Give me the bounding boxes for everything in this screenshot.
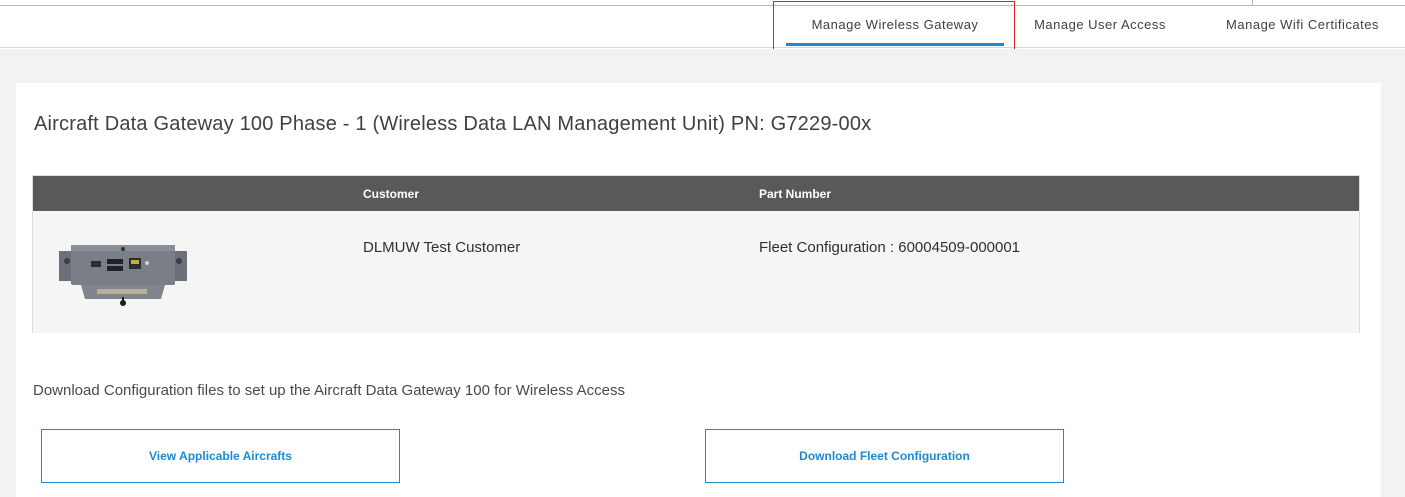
instructions-text: Download Configuration files to set up t… (33, 382, 625, 399)
top-navigation: Manage Wireless Gateway Manage User Acce… (0, 6, 1405, 48)
page-title: Aircraft Data Gateway 100 Phase - 1 (Wir… (34, 113, 872, 135)
column-header-part-number: Part Number (759, 187, 832, 201)
customer-cell: DLMUW Test Customer (363, 239, 521, 256)
table-row: DLMUW Test Customer Fleet Configuration … (33, 211, 1359, 333)
part-number-cell: Fleet Configuration : 60004509-000001 (759, 239, 1021, 256)
view-applicable-aircrafts-button[interactable]: View Applicable Aircrafts (41, 429, 400, 483)
column-header-customer: Customer (363, 187, 420, 201)
gateway-table: Customer Part Number DLMUW Test Customer… (32, 175, 1360, 333)
tab-manage-wifi-certificates[interactable]: Manage Wifi Certificates (1200, 6, 1405, 48)
tab-manage-user-access[interactable]: Manage User Access (1018, 6, 1182, 48)
active-tab-indicator (786, 43, 1004, 46)
tab-manage-wireless-gateway[interactable]: Manage Wireless Gateway (786, 6, 1004, 48)
download-fleet-configuration-button[interactable]: Download Fleet Configuration (705, 429, 1064, 483)
gateway-device-image (57, 237, 189, 307)
table-header: Customer Part Number (33, 176, 1359, 211)
